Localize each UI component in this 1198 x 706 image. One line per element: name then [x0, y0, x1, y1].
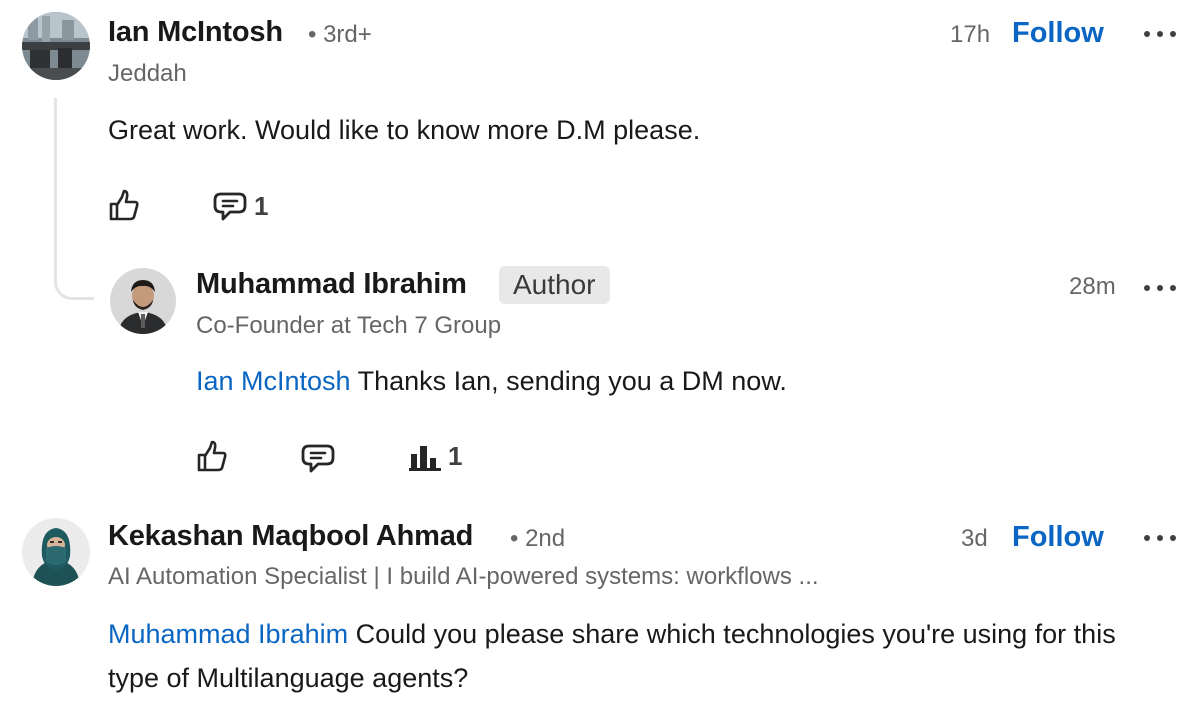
- avatar-ian-mcintosh[interactable]: [22, 12, 90, 80]
- comment-text: Muhammad Ibrahim Could you please share …: [108, 612, 1168, 700]
- reply-timestamp: 28m: [1069, 273, 1116, 300]
- connection-degree: • 3rd+: [308, 21, 372, 48]
- thumbs-up-icon: [197, 440, 227, 472]
- comment-icon: [301, 444, 335, 473]
- reply-button[interactable]: [300, 442, 336, 474]
- like-button[interactable]: [108, 188, 140, 222]
- thread-connector: [54, 98, 94, 300]
- like-button[interactable]: [196, 439, 228, 473]
- reply-text: Ian McIntosh Thanks Ian, sending you a D…: [196, 359, 787, 403]
- reply-button[interactable]: 1: [212, 190, 268, 222]
- bar-chart-icon: [409, 445, 441, 471]
- avatar-kekashan-maqbool-ahmad[interactable]: [22, 518, 90, 586]
- mention-link[interactable]: Ian McIntosh: [196, 366, 351, 396]
- author-headline: AI Automation Specialist | I build AI-po…: [108, 563, 819, 590]
- comment-text: Great work. Would like to know more D.M …: [108, 115, 701, 145]
- impressions-count: 1: [448, 441, 463, 471]
- comment-author-name[interactable]: Ian McIntosh: [108, 16, 283, 49]
- avatar-muhammad-ibrahim[interactable]: [110, 268, 176, 334]
- author-location: Jeddah: [108, 60, 187, 87]
- comment-author-name[interactable]: Kekashan Maqbool Ahmad: [108, 520, 473, 553]
- follow-button[interactable]: Follow: [1012, 17, 1104, 50]
- reply-message: Thanks Ian, sending you a DM now.: [350, 366, 787, 396]
- impressions-button[interactable]: 1: [408, 441, 462, 472]
- more-options-icon[interactable]: [1143, 22, 1177, 46]
- connection-degree: • 2nd: [510, 525, 566, 552]
- reply-author-headline: Co-Founder at Tech 7 Group: [196, 312, 502, 339]
- author-badge: Author: [499, 266, 610, 304]
- more-options-icon[interactable]: [1143, 526, 1177, 550]
- thumbs-up-icon: [109, 189, 139, 221]
- mention-link[interactable]: Muhammad Ibrahim: [108, 619, 348, 649]
- comment-timestamp: 3d: [961, 525, 988, 552]
- comment-timestamp: 17h: [950, 21, 991, 48]
- follow-button[interactable]: Follow: [1012, 521, 1104, 554]
- comment-icon: [213, 192, 247, 221]
- more-options-icon[interactable]: [1143, 276, 1177, 300]
- reply-author-name[interactable]: Muhammad Ibrahim: [196, 268, 467, 301]
- reply-count: 1: [254, 190, 269, 221]
